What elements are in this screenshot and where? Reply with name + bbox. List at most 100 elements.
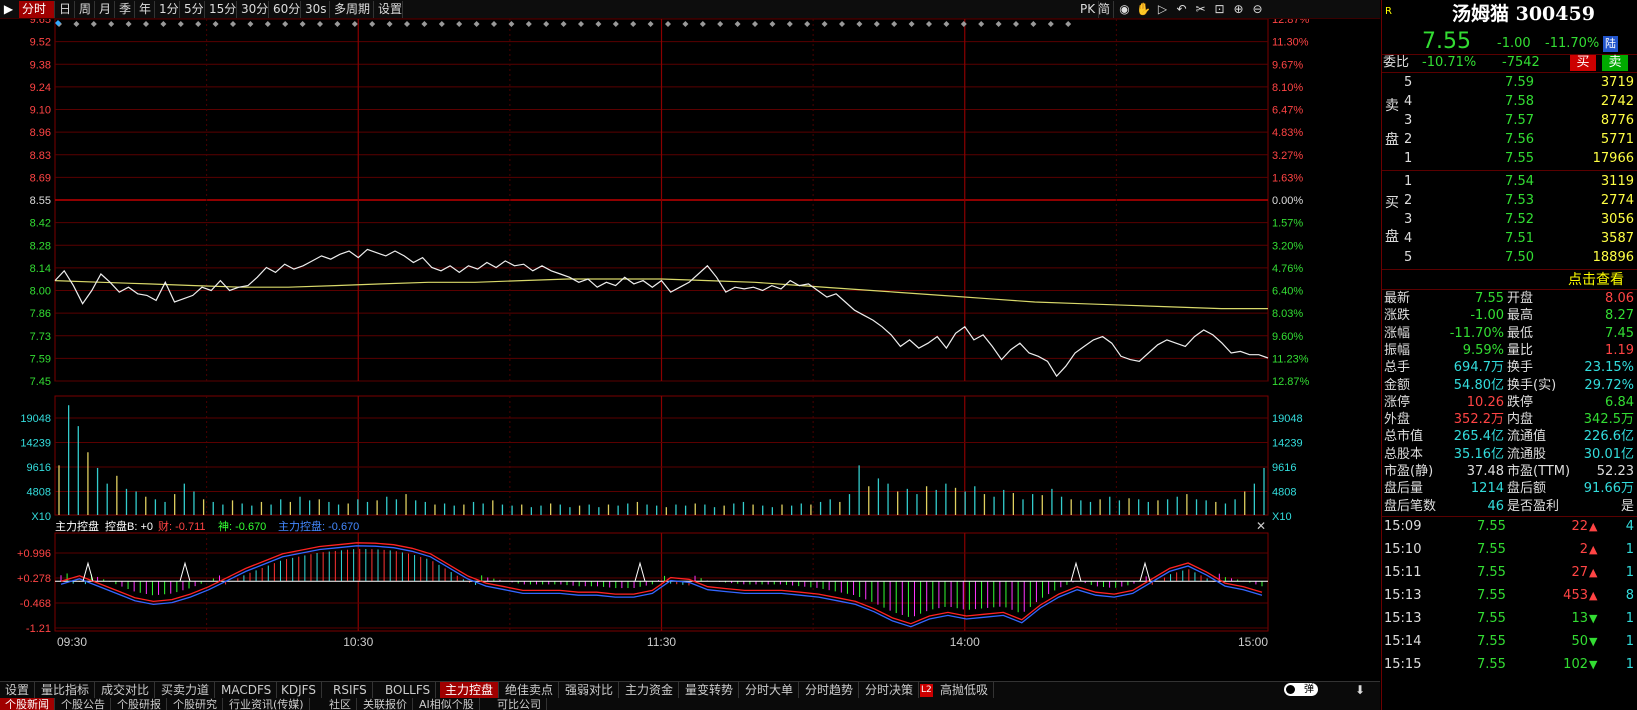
event-marker-icon[interactable] [769,21,776,27]
event-marker-icon[interactable] [960,21,967,27]
event-marker-icon[interactable] [508,21,515,27]
buy-price[interactable]: 7.54 [1482,174,1534,190]
event-marker-icon[interactable] [856,21,863,27]
event-marker-icon[interactable] [734,21,741,27]
buy-price[interactable]: 7.52 [1482,212,1534,228]
intraday-chart[interactable]: 9.65 12.87% 9.52 11.30% 9.38 9.67% 9.24 8.10% 9.… [0,19,1380,681]
event-marker-icon[interactable] [873,21,880,27]
scroll-down-icon[interactable]: ⬇ [1355,683,1365,697]
event-marker-icon[interactable] [699,21,706,27]
event-marker-icon[interactable] [212,21,219,27]
indicator-tab-12[interactable]: 量变转势 [680,682,740,699]
news-tab-2[interactable]: 个股研报 [112,698,167,710]
indicator-tab-7[interactable]: BOLLFS [380,682,437,699]
simple-mode-button[interactable]: 简 [1095,1,1115,18]
event-marker-icon[interactable] [351,21,358,27]
event-marker-icon[interactable] [1030,21,1037,27]
event-marker-icon[interactable] [908,21,915,27]
news-tab-7[interactable]: AI相似个股 [414,698,480,710]
event-marker-icon[interactable] [317,21,323,27]
indicator-tab-0[interactable]: 设置 [0,682,36,699]
event-marker-icon[interactable] [612,21,619,27]
event-marker-icon[interactable] [525,21,532,27]
period-tab-9[interactable]: 30分 [238,1,269,18]
event-marker-icon[interactable] [160,21,167,27]
event-marker-icon[interactable] [682,21,689,27]
event-marker-icon[interactable] [943,21,950,27]
buy-price[interactable]: 7.53 [1482,193,1534,209]
buy-price[interactable]: 7.50 [1482,250,1534,266]
sell-price[interactable]: 7.59 [1482,75,1534,91]
sell-price[interactable]: 7.58 [1482,94,1534,110]
news-tab-0[interactable]: 个股新闻 [0,698,55,710]
event-marker-icon[interactable] [543,21,550,27]
period-tab-3[interactable]: 月 [96,1,115,18]
event-marker-icon[interactable] [804,21,811,27]
news-tab-6[interactable]: 关联报价 [358,698,413,710]
event-marker-icon[interactable] [369,21,376,27]
event-marker-icon[interactable] [891,21,898,27]
indicator-tab-1[interactable]: 量比指标 [36,682,96,699]
event-marker-icon[interactable] [578,21,584,27]
indicator-tab-4[interactable]: MACDFS [216,682,278,699]
undo-icon[interactable]: ↶ [1174,2,1189,17]
event-marker-icon[interactable] [456,21,463,27]
event-marker-icon[interactable] [90,21,97,27]
play-icon[interactable]: ▷ [1155,2,1170,17]
buy-button[interactable]: 买 [1570,55,1596,71]
zoom-out-icon[interactable]: ⊖ [1250,2,1265,17]
hand-icon[interactable]: ✋ [1136,2,1151,17]
period-tab-0[interactable]: 分时 [19,1,55,18]
event-marker-icon[interactable] [282,21,289,27]
event-marker-icon[interactable] [926,21,932,27]
lock-icon[interactable]: ⊡ [1212,2,1227,17]
period-tab-2[interactable]: 周 [76,1,95,18]
news-tab-8[interactable]: 可比公司 [492,698,547,710]
period-tab-11[interactable]: 30s [302,1,330,18]
event-marker-icon[interactable] [195,21,202,27]
period-tab-13[interactable]: 设置 [375,1,403,18]
event-marker-icon[interactable] [752,21,758,27]
eye-icon[interactable]: ◉ [1117,2,1132,17]
event-marker-icon[interactable] [1047,21,1054,27]
indicator-tab-10[interactable]: 强弱对比 [560,682,620,699]
event-marker-icon[interactable] [438,21,445,27]
event-marker-icon[interactable] [630,21,637,27]
event-marker-icon[interactable] [143,21,149,27]
period-tab-6[interactable]: 1分 [156,1,180,18]
sell-price[interactable]: 7.56 [1482,132,1534,148]
sell-button[interactable]: 卖 [1602,55,1628,71]
event-marker-icon[interactable] [230,21,236,27]
period-tab-12[interactable]: 多周期 [331,1,374,18]
indicator-tab-16[interactable]: 高抛低吸 [935,682,995,699]
news-tab-3[interactable]: 个股研究 [168,698,223,710]
event-marker-icon[interactable] [125,21,132,27]
buy-price[interactable]: 7.51 [1482,231,1534,247]
period-tab-10[interactable]: 60分 [270,1,301,18]
period-tab-1[interactable]: 日 [56,1,75,18]
zoom-in-icon[interactable]: ⊕ [1231,2,1246,17]
sell-price[interactable]: 7.57 [1482,113,1534,129]
event-marker-icon[interactable] [560,21,567,27]
indicator-tab-8[interactable]: 主力控盘 [440,682,500,699]
event-marker-icon[interactable] [595,21,602,27]
menu-toggle-icon[interactable]: ▶ [1,2,16,17]
event-marker-icon[interactable] [334,21,341,27]
event-marker-icon[interactable] [473,21,480,27]
draw-tool-icon[interactable]: ✂ [1193,2,1208,17]
event-marker-icon[interactable] [108,21,115,27]
click-view-link[interactable]: 点击查看 [1568,272,1624,288]
event-marker-icon[interactable] [665,21,671,27]
news-tab-5[interactable]: 社区 [324,698,357,710]
indicator-tab-5[interactable]: KDJFS [276,682,322,699]
indicator-tab-14[interactable]: 分时趋势 [800,682,860,699]
event-marker-icon[interactable] [647,21,654,27]
event-marker-icon[interactable] [717,21,724,27]
event-marker-icon[interactable] [821,21,828,27]
indicator-tab-15[interactable]: 分时决策 [860,682,920,699]
event-marker-icon[interactable] [264,21,271,27]
event-marker-icon[interactable] [73,21,80,27]
event-marker-icon[interactable] [247,21,254,27]
indicator-tab-3[interactable]: 买卖力道 [156,682,216,699]
event-marker-icon[interactable] [839,21,845,27]
